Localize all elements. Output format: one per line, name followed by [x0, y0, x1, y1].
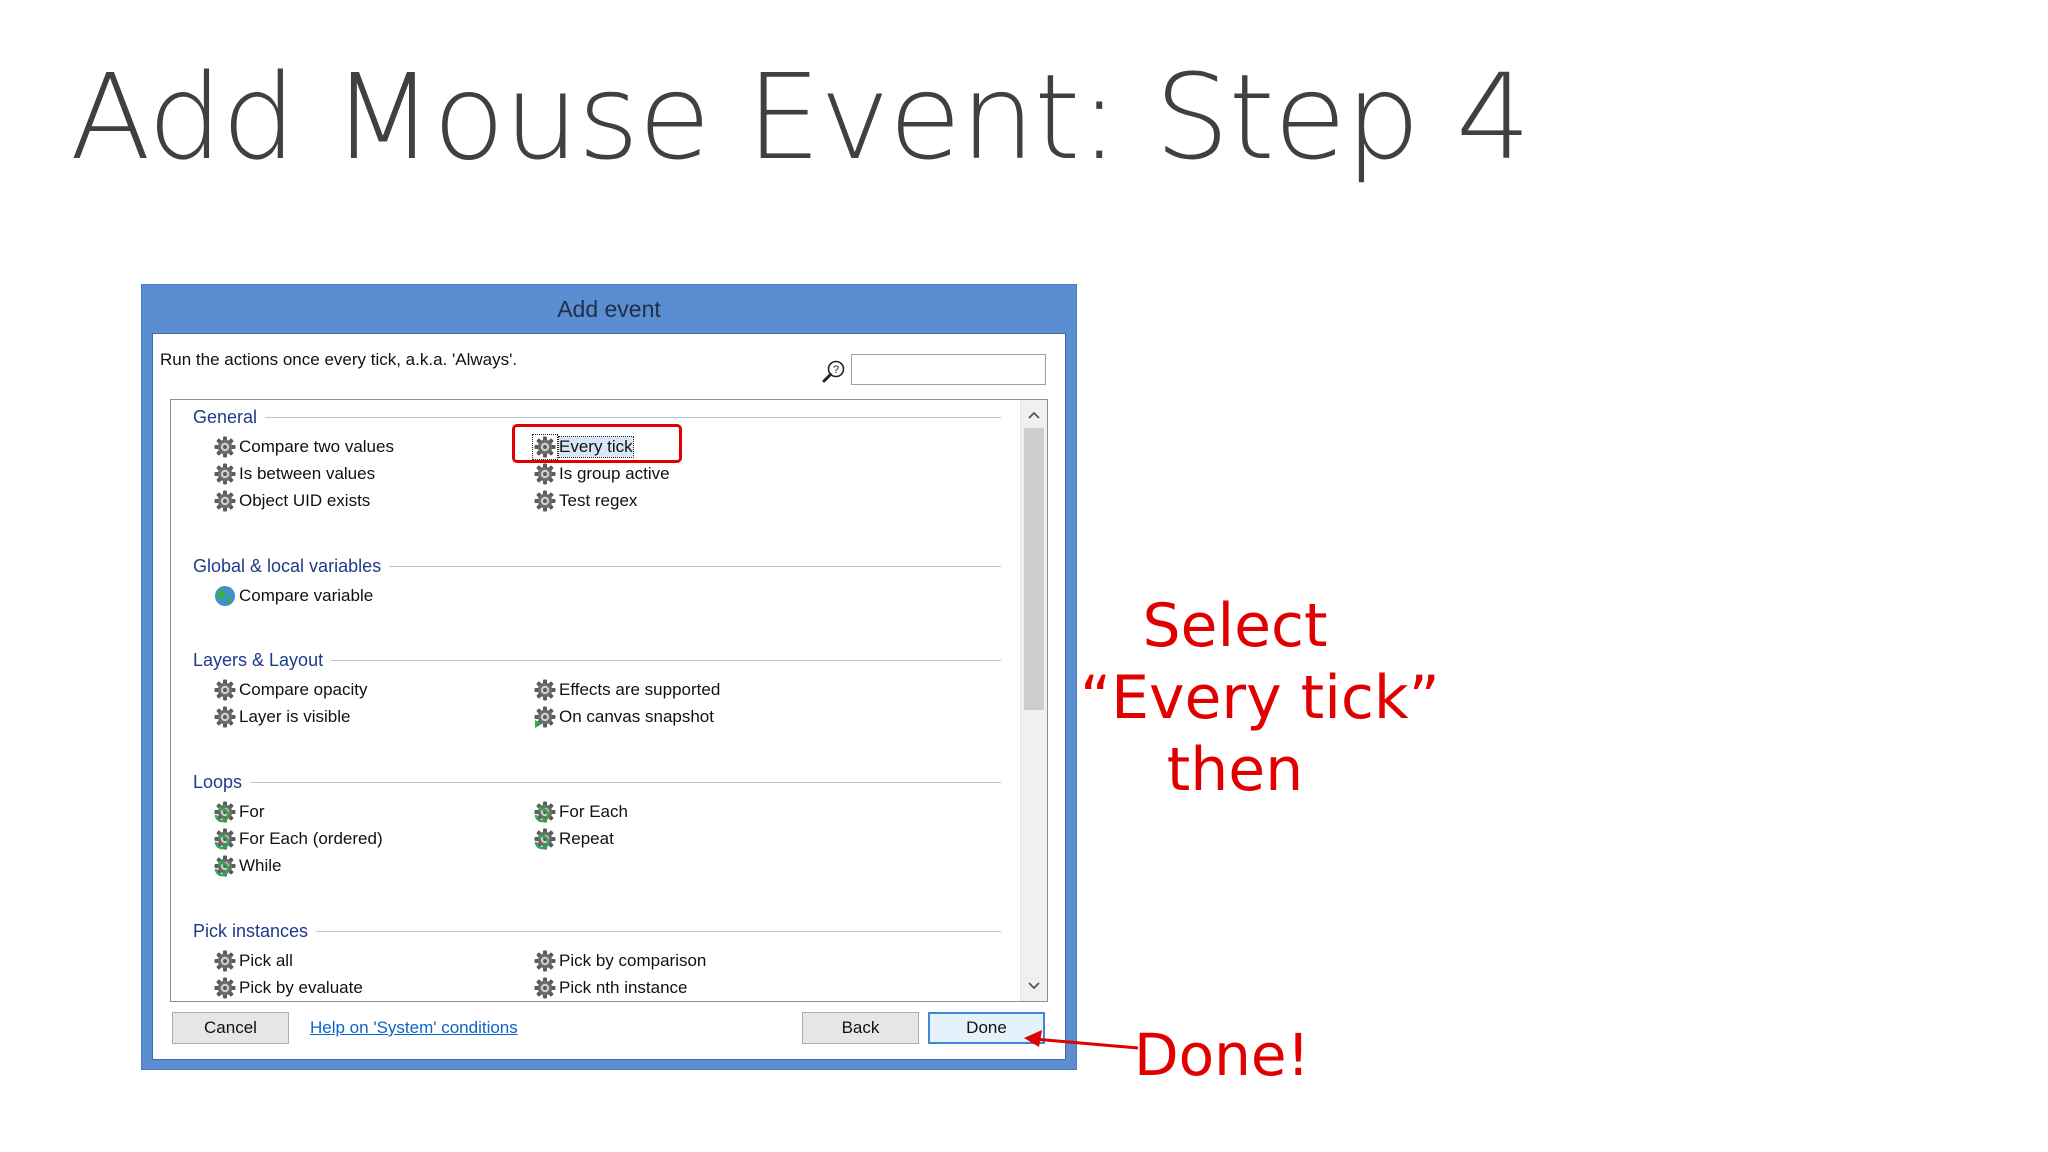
svg-text:?: ?: [833, 364, 839, 376]
group-label: Pick instances: [193, 920, 309, 941]
gear-icon: [214, 977, 236, 999]
condition-label: For: [239, 802, 265, 821]
condition-item-pick-by-evaluate[interactable]: Pick by evaluate: [213, 976, 363, 1000]
condition-item-on-canvas-snapshot[interactable]: On canvas snapshot: [533, 705, 714, 729]
help-link[interactable]: Help on 'System' conditions: [310, 1018, 518, 1038]
back-button[interactable]: Back: [802, 1012, 919, 1044]
loop-gear-icon: [213, 827, 237, 851]
gear-icon: [214, 679, 236, 701]
condition-item-test-regex[interactable]: Test regex: [533, 489, 637, 513]
loop-gear-icon: [533, 827, 557, 851]
annotation-line: “Every tick”: [1080, 663, 1440, 733]
conditions-list-content: General Compare two values Is between va…: [171, 400, 1019, 1001]
gear-icon: [534, 950, 556, 972]
every-tick-highlight: [512, 424, 682, 463]
group-divider: [389, 565, 1001, 567]
condition-label: Pick nth instance: [559, 978, 688, 997]
condition-item-pick-all[interactable]: Pick all: [213, 949, 293, 973]
gear-trigger-icon: [534, 706, 556, 728]
condition-item-compare-variable[interactable]: Compare variable: [213, 584, 373, 608]
group-divider: [316, 930, 1001, 932]
condition-label: Compare variable: [239, 586, 374, 605]
condition-item-is-group-active[interactable]: Is group active: [533, 462, 670, 486]
globe-icon: [215, 586, 235, 606]
loop-gear-icon: [533, 800, 557, 824]
group-header-global-local-variables: Global & local variables: [193, 555, 1001, 577]
condition-item-compare-two-values[interactable]: Compare two values: [213, 435, 394, 459]
condition-label: Is group active: [559, 464, 670, 483]
condition-label: Is between values: [239, 464, 376, 483]
cancel-button[interactable]: Cancel: [172, 1012, 289, 1044]
arrow-icon: [1024, 1030, 1139, 1050]
group-label: Loops: [193, 771, 243, 792]
search-help-icon[interactable]: ?: [821, 359, 847, 385]
condition-label: Repeat: [559, 829, 614, 848]
conditions-list[interactable]: General Compare two values Is between va…: [170, 399, 1048, 1002]
condition-label: For Each (ordered): [239, 829, 383, 848]
condition-label: Layer is visible: [239, 707, 351, 726]
condition-item-object-uid-exists[interactable]: Object UID exists: [213, 489, 370, 513]
search-input[interactable]: [851, 354, 1046, 385]
gear-icon: [214, 436, 236, 458]
group-label: Layers & Layout: [193, 649, 324, 670]
condition-label: Compare two values: [239, 437, 394, 456]
condition-item-while[interactable]: While: [213, 854, 282, 878]
gear-icon: [214, 463, 236, 485]
group-header-loops: Loops: [193, 771, 1001, 793]
scroll-down-arrow-icon[interactable]: [1021, 975, 1047, 997]
gear-icon: [214, 706, 236, 728]
condition-label: Pick by evaluate: [239, 978, 363, 997]
select-annotation: Select “Every tick” then: [1080, 590, 1440, 806]
group-header-pick-instances: Pick instances: [193, 920, 1001, 942]
done-annotation: Done!: [1134, 1021, 1310, 1089]
group-divider: [265, 416, 1001, 418]
vertical-scrollbar[interactable]: [1020, 400, 1047, 1001]
scroll-up-arrow-icon[interactable]: [1021, 404, 1047, 426]
group-label: General: [193, 406, 258, 427]
group-divider: [331, 659, 1001, 661]
annotation-line: then: [1166, 735, 1304, 805]
condition-label: Pick all: [239, 951, 293, 970]
gear-icon: [534, 490, 556, 512]
condition-item-pick-by-comparison[interactable]: Pick by comparison: [533, 949, 706, 973]
annotation-line: Select: [1142, 591, 1328, 661]
condition-label: On canvas snapshot: [559, 707, 714, 726]
condition-item-layer-is-visible[interactable]: Layer is visible: [213, 705, 351, 729]
slide-title: Add Mouse Event: Step 4: [70, 48, 1531, 186]
condition-label: While: [239, 856, 282, 875]
condition-label: Test regex: [559, 491, 638, 510]
group-divider: [250, 781, 1001, 783]
condition-item-for[interactable]: For: [213, 800, 265, 824]
condition-item-effects-are-supported[interactable]: Effects are supported: [533, 678, 720, 702]
condition-label: Effects are supported: [559, 680, 721, 699]
gear-icon: [534, 679, 556, 701]
condition-item-is-between-values[interactable]: Is between values: [213, 462, 375, 486]
group-header-layers-layout: Layers & Layout: [193, 649, 1001, 671]
group-label: Global & local variables: [193, 555, 382, 576]
event-description: Run the actions once every tick, a.k.a. …: [160, 350, 518, 369]
condition-label: Object UID exists: [239, 491, 371, 510]
gear-icon: [214, 490, 236, 512]
condition-label: For Each: [559, 802, 628, 821]
condition-item-pick-nth-instance[interactable]: Pick nth instance: [533, 976, 688, 1000]
gear-icon: [534, 977, 556, 999]
condition-item-for-each[interactable]: For Each: [533, 800, 628, 824]
loop-gear-icon: [213, 854, 237, 878]
gear-icon: [214, 950, 236, 972]
dialog-title: Add event: [557, 296, 661, 322]
condition-label: Pick by comparison: [559, 951, 707, 970]
condition-item-for-each-ordered[interactable]: For Each (ordered): [213, 827, 383, 851]
condition-item-repeat[interactable]: Repeat: [533, 827, 614, 851]
loop-gear-icon: [213, 800, 237, 824]
condition-label: Compare opacity: [239, 680, 368, 699]
gear-icon: [534, 463, 556, 485]
scrollbar-thumb[interactable]: [1024, 428, 1044, 710]
condition-item-compare-opacity[interactable]: Compare opacity: [213, 678, 368, 702]
